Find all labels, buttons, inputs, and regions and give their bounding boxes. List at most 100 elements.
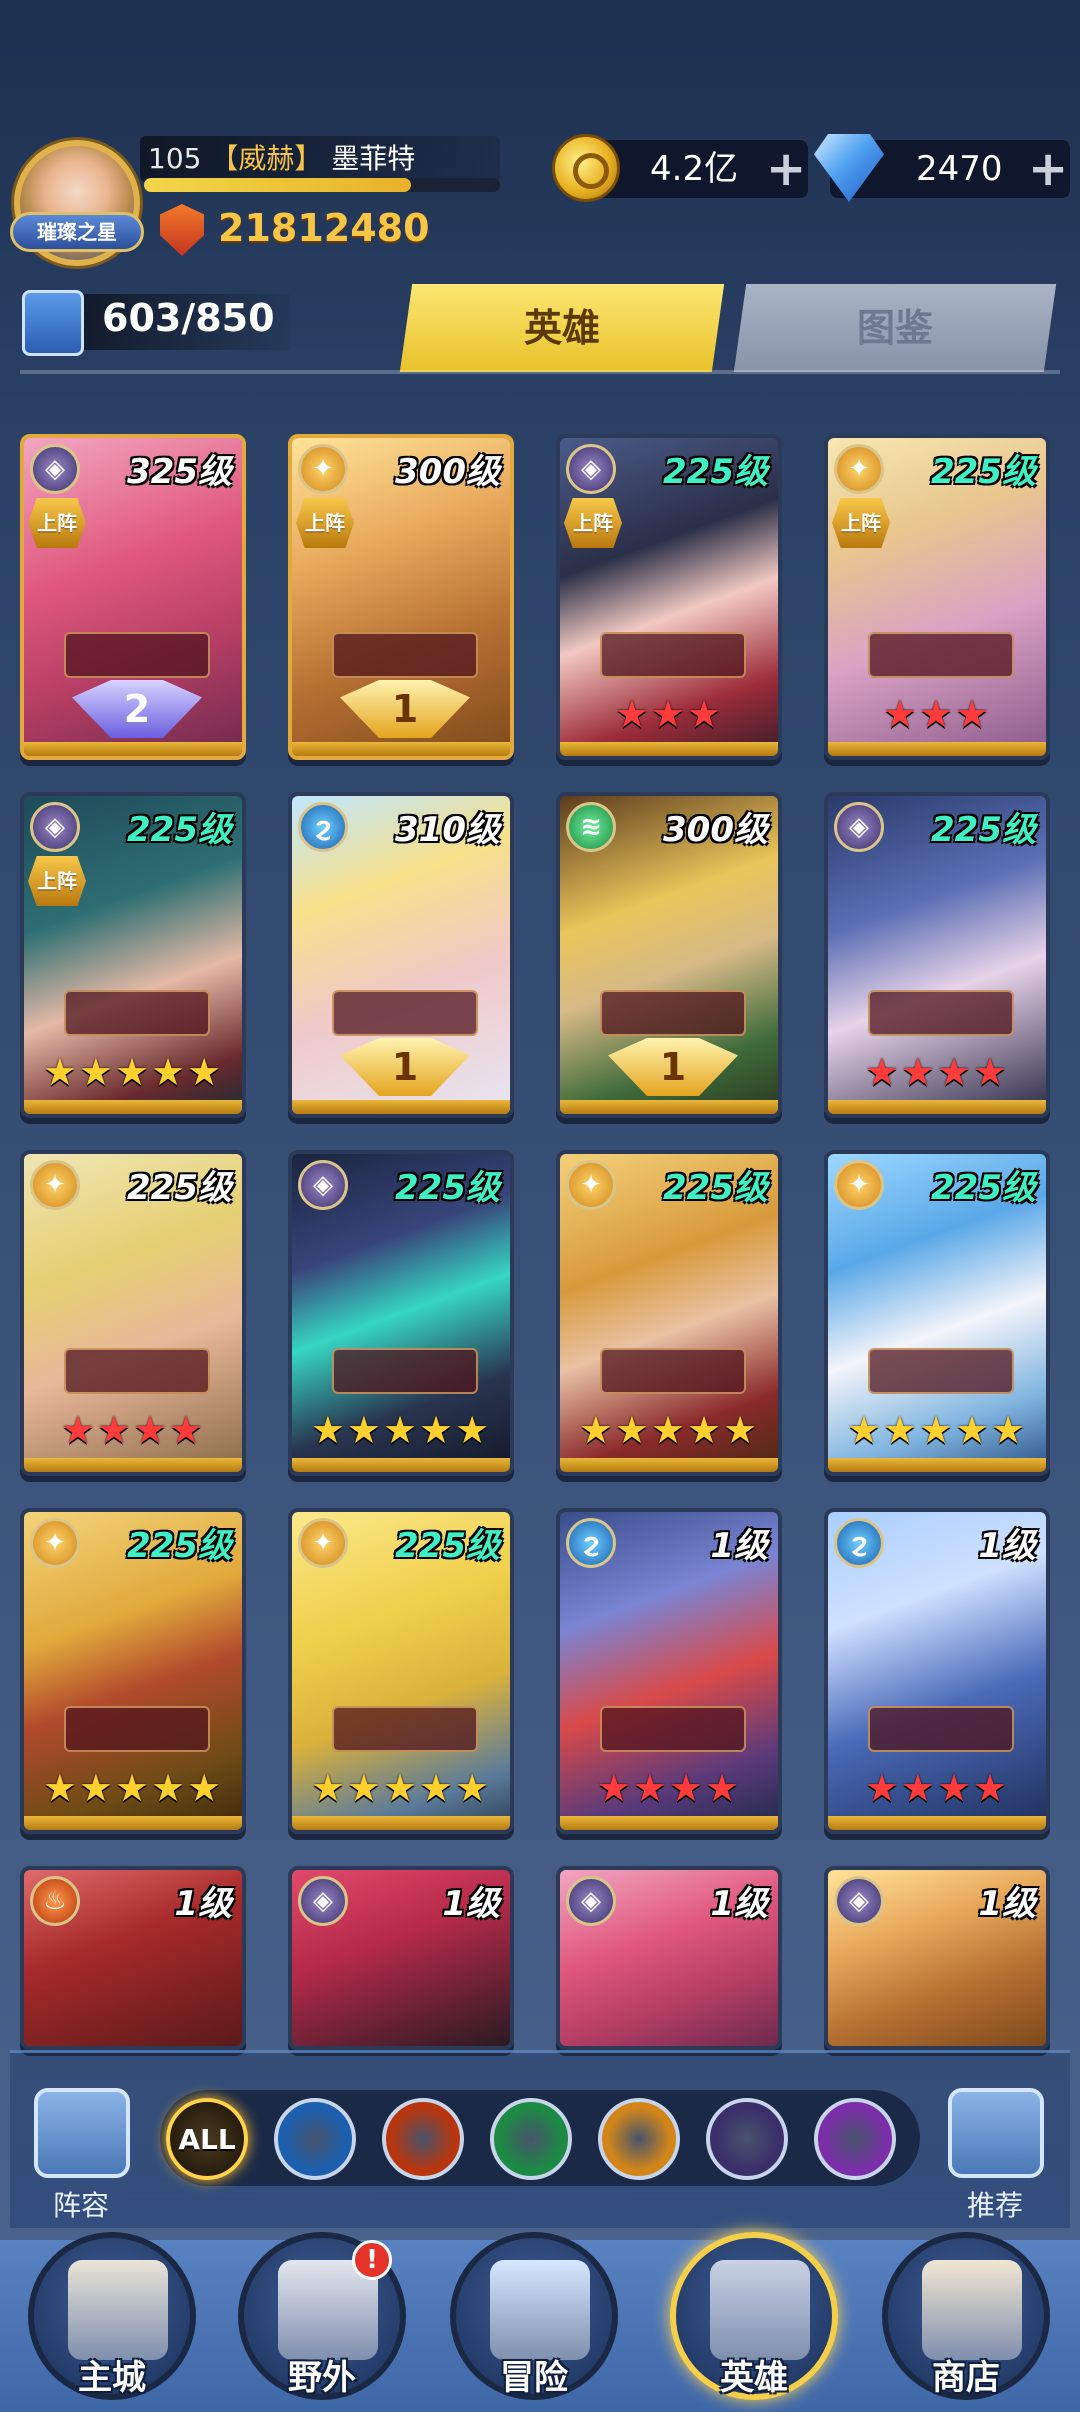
hero-card[interactable]: ◈ 225级 ★★★★★ xyxy=(288,1150,514,1476)
hero-emblem xyxy=(332,1706,478,1752)
hero-card[interactable]: ✦ 225级 ★★★★★ xyxy=(288,1508,514,1834)
dark-element-icon: ◈ xyxy=(30,444,80,494)
hero-card[interactable]: ♨ 1级 xyxy=(20,1866,246,2050)
dark-element-icon: ◈ xyxy=(834,802,884,852)
recommend-label: 推荐 xyxy=(966,2189,1023,2222)
hero-card[interactable]: ϩ 310级 1 xyxy=(288,792,514,1118)
hero-card[interactable]: ◈ 325级 上阵 2 xyxy=(20,434,246,760)
hero-card[interactable]: ◈ 225级 上阵 ★★★ xyxy=(556,434,782,760)
hero-level: 1级 xyxy=(710,1526,768,1566)
tab-codex[interactable]: 图鉴 xyxy=(733,284,1057,372)
filter-fire-button[interactable] xyxy=(382,2098,464,2180)
gold-element-icon: ✦ xyxy=(30,1518,80,1568)
hero-stars: ★★★★ xyxy=(864,1050,1010,1094)
hero-emblem xyxy=(64,1706,210,1752)
nav-label: 英雄 xyxy=(720,2358,788,2398)
hero-card[interactable]: ◈ 1级 xyxy=(824,1866,1050,2050)
hero-card[interactable]: ✦ 225级 ★★★★★ xyxy=(20,1508,246,1834)
hero-card[interactable]: ϩ 1级 ★★★★ xyxy=(556,1508,782,1834)
hero-card[interactable]: ✦ 300级 上阵 1 xyxy=(288,434,514,760)
hero-emblem xyxy=(868,632,1014,678)
tab-heroes-label: 英雄 xyxy=(523,306,600,350)
hero-emblem xyxy=(332,990,478,1036)
hero-level: 225级 xyxy=(931,452,1036,492)
power-value: 21812480 xyxy=(218,206,430,250)
deployed-badge: 上阵 xyxy=(28,498,86,548)
hero-card[interactable]: ✦ 225级 ★★★★ xyxy=(20,1150,246,1476)
deployed-badge: 上阵 xyxy=(832,498,890,548)
notification-badge: ! xyxy=(352,2240,392,2280)
gold-add-button[interactable]: + xyxy=(766,140,806,198)
dark-element-icon: ◈ xyxy=(834,1876,884,1926)
nav-label: 商店 xyxy=(932,2358,1000,2398)
hero-card[interactable]: ◈ 1级 xyxy=(556,1866,782,2050)
hero-card[interactable]: ◈ 225级 ★★★★ xyxy=(824,792,1050,1118)
hero-level: 1级 xyxy=(978,1526,1036,1566)
card-frame-bottom xyxy=(24,1458,242,1472)
gold-element-icon: ✦ xyxy=(566,1160,616,1210)
player-name: 墨菲特 xyxy=(331,142,416,175)
card-frame-bottom xyxy=(828,1100,1046,1114)
recommend-button[interactable] xyxy=(948,2088,1044,2178)
filter-dark-button[interactable] xyxy=(706,2098,788,2180)
card-frame-bottom xyxy=(292,1816,510,1830)
card-frame-bottom xyxy=(24,1816,242,1830)
card-frame-bottom xyxy=(560,1458,778,1472)
filter-water-button[interactable] xyxy=(274,2098,356,2180)
deployed-badge: 上阵 xyxy=(296,498,354,548)
tab-divider xyxy=(20,370,1060,374)
gem-add-button[interactable]: + xyxy=(1028,140,1068,198)
nav-building-icon xyxy=(68,2260,168,2360)
card-frame-bottom xyxy=(292,742,510,756)
hero-emblem xyxy=(332,632,478,678)
nav-building-icon xyxy=(490,2260,590,2360)
xp-bar xyxy=(144,178,500,192)
player-guild: 【威赫】 xyxy=(210,142,323,175)
hero-stars: ★★★★★ xyxy=(310,1766,492,1810)
hero-card[interactable]: ✦ 225级 上阵 ★★★ xyxy=(824,434,1050,760)
hero-card[interactable]: ϩ 1级 ★★★★ xyxy=(824,1508,1050,1834)
dark-element-icon: ◈ xyxy=(30,802,80,852)
hero-stars: ★★★★★ xyxy=(42,1766,224,1810)
card-frame-bottom xyxy=(292,1100,510,1114)
hero-emblem xyxy=(600,1706,746,1752)
gold-coin-icon xyxy=(552,134,620,202)
filter-wind-button[interactable] xyxy=(490,2098,572,2180)
card-frame-bottom xyxy=(560,742,778,756)
hero-level: 225级 xyxy=(931,810,1036,850)
filter-all-button[interactable]: ALL xyxy=(166,2098,248,2180)
gold-element-icon: ✦ xyxy=(834,444,884,494)
hero-stars: ★★★★★ xyxy=(310,1408,492,1452)
hero-emblem xyxy=(64,990,210,1036)
gold-element-icon: ✦ xyxy=(298,1518,348,1568)
hero-card[interactable]: ≋ 300级 1 xyxy=(556,792,782,1118)
hero-count: 603/850 xyxy=(102,296,275,340)
nav-building-icon xyxy=(922,2260,1022,2360)
nav-building-icon xyxy=(710,2260,810,2360)
hero-card[interactable]: ✦ 225级 ★★★★★ xyxy=(556,1150,782,1476)
filter-light-button[interactable] xyxy=(598,2098,680,2180)
card-frame-bottom xyxy=(560,1100,778,1114)
card-frame-bottom xyxy=(828,742,1046,756)
hero-card[interactable]: ✦ 225级 ★★★★★ xyxy=(824,1150,1050,1476)
hero-level: 1级 xyxy=(710,1884,768,1924)
gem-value: 2470 xyxy=(916,149,1003,189)
hero-emblem xyxy=(600,1348,746,1394)
hero-emblem xyxy=(600,632,746,678)
hero-stars: ★★★ xyxy=(614,692,724,736)
hero-emblem xyxy=(868,990,1014,1036)
hero-level: 225级 xyxy=(395,1168,500,1208)
card-frame-bottom xyxy=(828,1458,1046,1472)
hero-card[interactable]: ◈ 1级 xyxy=(288,1866,514,2050)
tab-heroes[interactable]: 英雄 xyxy=(399,284,725,372)
deployed-badge: 上阵 xyxy=(564,498,622,548)
hero-card[interactable]: ◈ 225级 上阵 ★★★★★ xyxy=(20,792,246,1118)
dark-element-icon: ◈ xyxy=(298,1876,348,1926)
filter-void-button[interactable] xyxy=(814,2098,896,2180)
hero-stars: ★★★★★ xyxy=(42,1050,224,1094)
lineup-button[interactable] xyxy=(34,2088,130,2178)
xp-bar-fill xyxy=(144,178,411,192)
hero-level: 1级 xyxy=(174,1884,232,1924)
water-element-icon: ϩ xyxy=(566,1518,616,1568)
lineup-label: 阵容 xyxy=(52,2189,109,2222)
